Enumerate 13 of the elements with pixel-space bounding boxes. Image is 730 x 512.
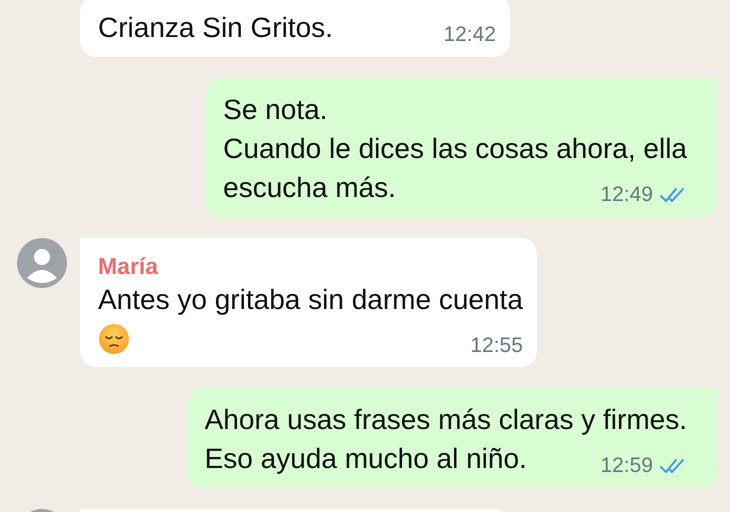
avatar-icon[interactable]: [17, 238, 67, 288]
sender-name: María: [98, 252, 160, 280]
message-time: 12:49: [600, 182, 653, 206]
message-text: escucha más.: [223, 171, 396, 205]
message-text: Antes yo gritaba sin darme cuenta: [98, 283, 523, 317]
message-text: Eso ayuda mucho al niño.: [204, 442, 527, 476]
message-text: Ahora usas frases más claras y firmes.: [204, 403, 687, 437]
message-text: Se nota.: [223, 93, 328, 127]
message-time: 12:59: [600, 454, 653, 478]
message-text: Crianza Sin Gritos.: [98, 11, 333, 45]
message-time: 12:55: [470, 334, 523, 358]
message-time: 12:42: [443, 22, 496, 46]
message-text: Cuando le dices las cosas ahora, ella: [223, 132, 687, 166]
